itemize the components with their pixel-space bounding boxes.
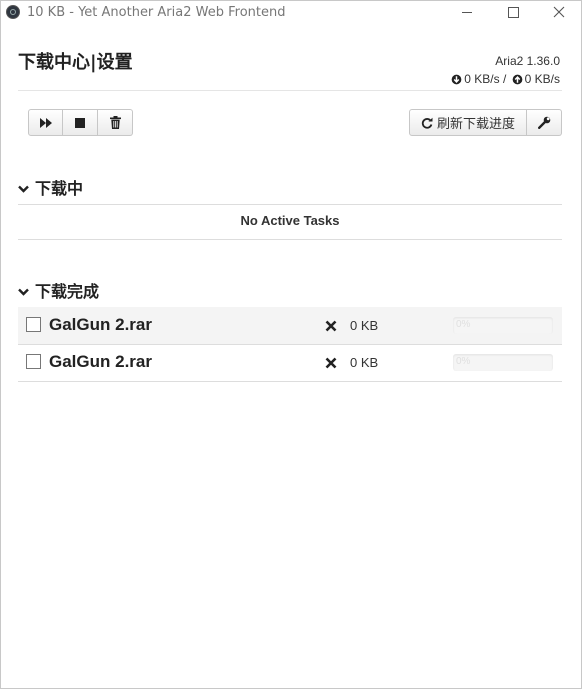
speed-separator: / bbox=[502, 72, 507, 86]
upload-arrow-icon bbox=[512, 74, 523, 88]
maximize-button[interactable] bbox=[489, 1, 535, 25]
task-file-name: GalGun 2.rar bbox=[49, 315, 152, 334]
task-file-size: 0 KB bbox=[350, 355, 379, 370]
close-window-button[interactable] bbox=[535, 1, 581, 25]
header-divider bbox=[18, 90, 562, 91]
task-checkbox[interactable] bbox=[26, 317, 41, 332]
task-row[interactable]: GalGun 2.rar 0 KB 0% bbox=[18, 307, 562, 344]
refresh-label: 刷新下载进度 bbox=[436, 117, 515, 132]
app-logo-icon bbox=[6, 5, 20, 19]
close-icon bbox=[553, 6, 565, 18]
active-section-header[interactable]: 下载中 bbox=[18, 175, 83, 199]
task-file-size: 0 KB bbox=[350, 318, 379, 333]
refresh-progress-button[interactable]: 刷新下载进度 bbox=[409, 109, 527, 136]
aria2-version: Aria2 1.36.0 bbox=[495, 54, 560, 68]
task-file-name: GalGun 2.rar bbox=[49, 352, 152, 371]
delete-button[interactable] bbox=[98, 109, 133, 136]
task-progress-text: 0% bbox=[456, 356, 471, 367]
download-speed: 0 KB/s bbox=[464, 72, 500, 86]
fast-forward-icon bbox=[39, 117, 52, 128]
stop-icon bbox=[75, 117, 85, 128]
task-progress-bar: 0% bbox=[453, 317, 553, 334]
resume-all-button[interactable] bbox=[28, 109, 63, 136]
task-checkbox[interactable] bbox=[26, 354, 41, 369]
trash-icon bbox=[109, 116, 121, 129]
window-title: 10 KB - Yet Another Aria2 Web Frontend bbox=[27, 5, 286, 20]
divider bbox=[18, 204, 562, 205]
completed-section-header[interactable]: 下载完成 bbox=[18, 278, 99, 302]
refresh-icon bbox=[421, 117, 433, 129]
task-row[interactable]: GalGun 2.rar 0 KB 0% bbox=[18, 344, 562, 381]
task-progress-bar: 0% bbox=[453, 354, 553, 371]
times-icon bbox=[325, 319, 337, 337]
active-section-title: 下载中 bbox=[35, 179, 84, 198]
window-titlebar: 10 KB - Yet Another Aria2 Web Frontend bbox=[1, 1, 581, 25]
divider bbox=[18, 381, 562, 382]
speed-display: 0 KB/s / 0 KB/s bbox=[449, 72, 560, 88]
download-arrow-icon bbox=[451, 74, 462, 88]
minimize-button[interactable] bbox=[443, 1, 489, 25]
upload-speed: 0 KB/s bbox=[524, 72, 560, 86]
times-icon bbox=[325, 356, 337, 374]
stop-button[interactable] bbox=[63, 109, 98, 136]
task-progress-text: 0% bbox=[456, 319, 471, 330]
refresh-settings-group: 刷新下载进度 bbox=[409, 109, 562, 136]
settings-button[interactable] bbox=[527, 109, 562, 136]
divider bbox=[18, 239, 562, 240]
task-action-group bbox=[28, 109, 133, 136]
page-title: 下载中心|设置 bbox=[18, 52, 133, 73]
chevron-down-icon bbox=[18, 178, 29, 197]
chevron-down-icon bbox=[18, 281, 29, 300]
wrench-icon bbox=[537, 116, 550, 129]
empty-tasks-message: No Active Tasks bbox=[240, 213, 340, 228]
completed-section-title: 下载完成 bbox=[35, 282, 100, 301]
